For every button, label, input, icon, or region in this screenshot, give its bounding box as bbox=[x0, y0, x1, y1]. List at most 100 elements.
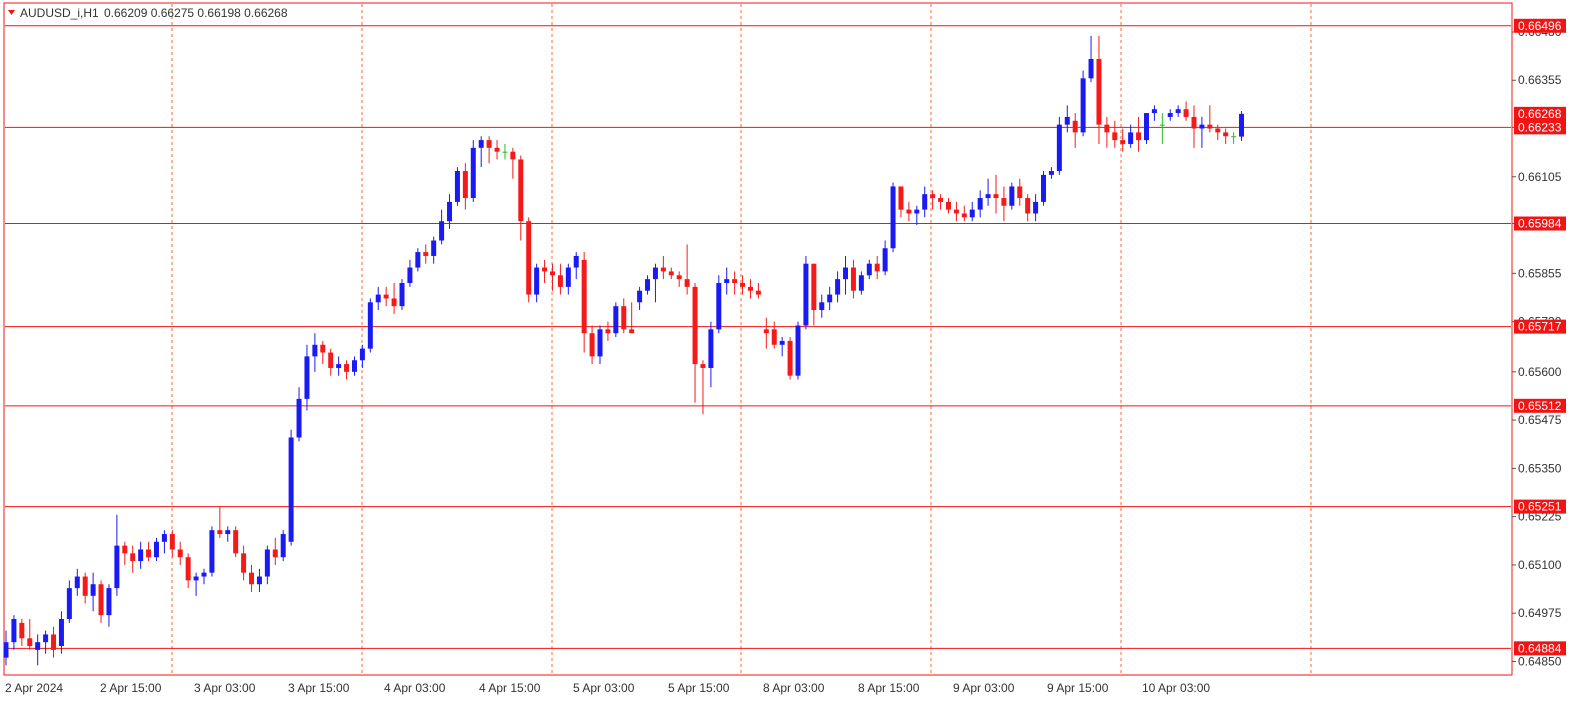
candle-body bbox=[1207, 124, 1213, 129]
candle-body bbox=[193, 576, 199, 581]
candle-body bbox=[1136, 132, 1142, 141]
candle-body bbox=[1056, 124, 1062, 171]
candle-body bbox=[629, 329, 635, 334]
candle-body bbox=[272, 549, 278, 558]
level-price-tag: 0.65251 bbox=[1518, 500, 1562, 514]
current-price-tag: 0.66268 bbox=[1518, 107, 1562, 121]
candle-body bbox=[605, 329, 611, 334]
time-tick-label: 4 Apr 15:00 bbox=[479, 681, 541, 695]
candle-body bbox=[146, 549, 152, 558]
price-tick-label: 0.64850 bbox=[1518, 654, 1562, 668]
candle-body bbox=[58, 619, 64, 647]
time-tick-label: 4 Apr 03:00 bbox=[384, 681, 446, 695]
candle-body bbox=[945, 201, 951, 210]
candle-body bbox=[1064, 116, 1070, 125]
candle-body bbox=[874, 263, 880, 272]
candle-body bbox=[589, 333, 595, 357]
plot-area[interactable] bbox=[3, 2, 1513, 676]
candle-body bbox=[11, 619, 17, 643]
candle-body bbox=[843, 267, 849, 280]
candle-body bbox=[803, 263, 809, 326]
level-price-tag: 0.64884 bbox=[1518, 641, 1562, 655]
candle-body bbox=[771, 329, 777, 345]
candle-body bbox=[676, 275, 682, 280]
candle-body bbox=[1009, 186, 1015, 206]
candle-body bbox=[336, 364, 342, 368]
chart-canvas[interactable]: 0.648500.649750.651000.652250.653500.654… bbox=[0, 0, 1586, 709]
price-chart[interactable]: 0.64850 0.64975 0.65100 0.65225 0.65350 0.654… bbox=[0, 0, 1586, 709]
candle-body bbox=[779, 340, 785, 345]
time-tick-label: 10 Apr 03:00 bbox=[1142, 681, 1210, 695]
candle-body bbox=[383, 294, 389, 299]
candle-body bbox=[1041, 174, 1047, 202]
candle-body bbox=[249, 572, 255, 585]
candle-body bbox=[763, 329, 769, 334]
candle-body bbox=[185, 557, 191, 581]
time-tick-label: 3 Apr 03:00 bbox=[194, 681, 256, 695]
candle-body bbox=[391, 298, 397, 307]
candle-body bbox=[296, 398, 302, 438]
candle-body bbox=[811, 263, 817, 311]
candle-body bbox=[19, 622, 25, 639]
candle-body bbox=[478, 140, 484, 148]
level-price-tag: 0.65512 bbox=[1518, 399, 1562, 413]
candle-body bbox=[1025, 198, 1031, 214]
candle-body bbox=[985, 194, 991, 199]
candle-body bbox=[233, 530, 239, 554]
candle-body bbox=[225, 530, 231, 535]
candle-body bbox=[684, 279, 690, 287]
candle-body bbox=[359, 348, 365, 361]
candle-body bbox=[1191, 116, 1197, 129]
time-tick-label: 2 Apr 2024 bbox=[5, 681, 63, 695]
candle-body bbox=[1183, 109, 1189, 117]
candle-body bbox=[827, 294, 833, 303]
candle-body bbox=[312, 344, 318, 357]
time-tick-label: 8 Apr 15:00 bbox=[858, 681, 920, 695]
candle-body bbox=[43, 634, 49, 643]
candle-body bbox=[1120, 140, 1126, 144]
candle-body bbox=[645, 279, 651, 291]
candle-body bbox=[755, 290, 761, 295]
candle-body bbox=[130, 553, 136, 562]
price-tick-label: 0.64975 bbox=[1518, 606, 1562, 620]
candle-body bbox=[787, 340, 793, 376]
candle-body bbox=[462, 171, 468, 199]
candle-body bbox=[1143, 113, 1149, 141]
candle-body bbox=[486, 140, 492, 148]
candle-body bbox=[1048, 171, 1054, 175]
time-tick-label: 5 Apr 03:00 bbox=[573, 681, 635, 695]
candle-body bbox=[367, 302, 373, 349]
candle-body bbox=[882, 248, 888, 272]
candle-body bbox=[407, 267, 413, 283]
candle-body bbox=[565, 267, 571, 287]
candle-body bbox=[1199, 124, 1205, 129]
level-price-tag: 0.65984 bbox=[1518, 217, 1562, 231]
candle-body bbox=[740, 283, 746, 287]
candle-body bbox=[74, 576, 80, 589]
candle-body bbox=[660, 267, 666, 272]
candle-body bbox=[557, 275, 563, 287]
candle-body bbox=[542, 267, 548, 272]
price-tick-label: 0.66105 bbox=[1518, 170, 1562, 184]
time-tick-label: 9 Apr 15:00 bbox=[1047, 681, 1109, 695]
candle-body bbox=[700, 364, 706, 368]
candle-body bbox=[431, 240, 437, 256]
candle-body bbox=[1112, 132, 1118, 141]
level-price-tag: 0.66496 bbox=[1518, 19, 1562, 33]
candle-body bbox=[35, 642, 41, 650]
candle-body bbox=[106, 588, 112, 616]
candle-body bbox=[716, 283, 722, 330]
candle-body bbox=[494, 147, 500, 152]
candle-body bbox=[264, 549, 270, 577]
price-axis: 0.648500.649750.651000.652250.653500.654… bbox=[1512, 18, 1566, 668]
candle-body bbox=[890, 186, 896, 249]
chart-header: AUDUSD_i,H1 0.66209 0.66275 0.66198 0.66… bbox=[8, 6, 288, 20]
price-tick-label: 0.65350 bbox=[1518, 461, 1562, 475]
candle-body bbox=[993, 194, 999, 199]
candle-body bbox=[280, 534, 286, 558]
candle-body bbox=[930, 194, 936, 199]
candle-body bbox=[320, 344, 326, 353]
candle-body bbox=[1072, 120, 1078, 133]
candle-body bbox=[399, 283, 405, 307]
chart-ohlc: 0.66209 0.66275 0.66198 0.66268 bbox=[104, 6, 288, 20]
